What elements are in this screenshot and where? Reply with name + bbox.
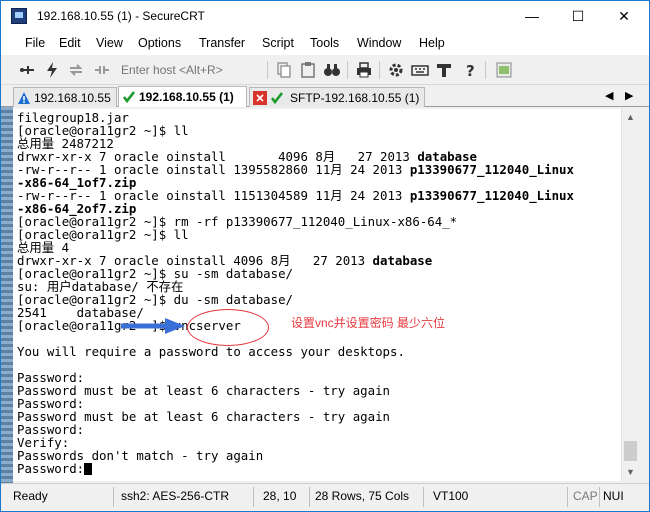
status-bar: Ready ssh2: AES-256-CTR 28, 10 28 Rows, … bbox=[1, 483, 649, 511]
securecrt-window: 192.168.10.55 (1) - SecureCRT — ☐ ✕ File… bbox=[0, 0, 650, 512]
tab-sftp-session[interactable]: SFTP-192.168.10.55 (1) bbox=[249, 87, 425, 107]
settings-icon[interactable] bbox=[387, 61, 405, 79]
status-divider bbox=[113, 487, 114, 507]
annotation-ellipse bbox=[187, 309, 269, 346]
terminal-line-bold-text: p13390677_112040_Linux bbox=[409, 188, 574, 203]
checkmark-icon bbox=[122, 91, 136, 104]
status-terminal-type: VT100 bbox=[433, 489, 469, 503]
enter-host-input[interactable] bbox=[117, 61, 267, 79]
tab-label: 192.168.10.55 bbox=[34, 91, 111, 105]
script-icon[interactable] bbox=[495, 61, 513, 79]
tab-scroll-right-icon[interactable]: ▶ bbox=[625, 89, 633, 102]
terminal-line-text: Password: bbox=[17, 461, 85, 476]
status-caps-lock: CAP bbox=[573, 489, 598, 503]
status-divider bbox=[567, 487, 568, 507]
menu-script[interactable]: Script bbox=[262, 36, 294, 50]
status-divider bbox=[253, 487, 254, 507]
tab-session-2-active[interactable]: 192.168.10.55 (1) bbox=[118, 86, 247, 107]
menu-file[interactable]: File bbox=[25, 36, 45, 50]
session-tab-bar: 192.168.10.55 192.168.10.55 (1) SFTP-192… bbox=[1, 85, 649, 107]
disconnect-icon[interactable] bbox=[93, 61, 111, 79]
terminal-scrollbar[interactable]: ▲ ▼ bbox=[621, 109, 638, 481]
menu-window[interactable]: Window bbox=[357, 36, 401, 50]
svg-text:?: ? bbox=[466, 62, 475, 79]
menu-tools[interactable]: Tools bbox=[310, 36, 339, 50]
terminal-line-bold-text: database bbox=[372, 253, 433, 268]
help-icon[interactable]: ? bbox=[461, 61, 479, 80]
menu-help[interactable]: Help bbox=[419, 36, 445, 50]
menu-view[interactable]: View bbox=[96, 36, 123, 50]
toolbar-separator bbox=[379, 61, 380, 79]
background-window-edge bbox=[1, 107, 13, 483]
copy-icon[interactable] bbox=[275, 61, 293, 79]
menu-bar: File Edit View Options Transfer Script T… bbox=[1, 31, 649, 55]
tab-label: SFTP-192.168.10.55 (1) bbox=[290, 91, 420, 105]
maximize-button[interactable]: ☐ bbox=[555, 1, 601, 31]
close-button[interactable]: ✕ bbox=[601, 1, 647, 31]
status-terminal-size: 28 Rows, 75 Cols bbox=[315, 489, 410, 503]
status-cursor-position: 28, 10 bbox=[263, 489, 297, 503]
status-ready: Ready bbox=[13, 489, 48, 503]
toolbar-separator bbox=[267, 61, 268, 79]
securecrt-app-icon bbox=[11, 8, 27, 24]
terminal-line: Password: bbox=[17, 461, 93, 476]
status-divider bbox=[423, 487, 424, 507]
menu-transfer[interactable]: Transfer bbox=[199, 36, 245, 50]
status-divider bbox=[309, 487, 310, 507]
find-icon[interactable] bbox=[323, 61, 341, 79]
toolbar-separator bbox=[347, 61, 348, 79]
print-icon[interactable] bbox=[355, 61, 373, 79]
scroll-up-icon[interactable]: ▲ bbox=[622, 109, 639, 126]
terminal-line-bold-text: p13390677_112040_Linux bbox=[409, 162, 574, 177]
terminal-cursor bbox=[84, 463, 93, 475]
terminal-line: You will require a password to access yo… bbox=[17, 345, 405, 358]
sftp-icon[interactable] bbox=[435, 61, 453, 79]
checkmark-icon bbox=[270, 92, 284, 105]
warning-icon bbox=[18, 92, 30, 104]
paste-icon[interactable] bbox=[299, 61, 317, 79]
reconnect-icon[interactable] bbox=[67, 61, 85, 79]
toolbar-separator bbox=[485, 61, 486, 79]
minimize-button[interactable]: — bbox=[509, 1, 555, 31]
quick-connect-icon[interactable] bbox=[43, 61, 61, 79]
connect-icon[interactable] bbox=[19, 61, 37, 79]
window-title: 192.168.10.55 (1) - SecureCRT bbox=[37, 9, 205, 23]
annotation-text: 设置vnc并设置密码 最少六位 bbox=[291, 316, 446, 330]
menu-options[interactable]: Options bbox=[138, 36, 181, 50]
tab-label: 192.168.10.55 (1) bbox=[139, 90, 234, 104]
annotation-arrow bbox=[121, 318, 185, 334]
tab-session-1[interactable]: 192.168.10.55 bbox=[13, 87, 117, 107]
terminal-output[interactable]: filegroup18.jar [oracle@ora11gr2 ~]$ ll 总用… bbox=[13, 109, 621, 481]
title-bar[interactable]: 192.168.10.55 (1) - SecureCRT — ☐ ✕ bbox=[1, 1, 649, 31]
scrollbar-thumb[interactable] bbox=[624, 441, 637, 461]
menu-edit[interactable]: Edit bbox=[59, 36, 81, 50]
toolbar: ? bbox=[1, 55, 649, 85]
tab-scroll-left-icon[interactable]: ◀ bbox=[605, 89, 613, 102]
status-divider bbox=[599, 487, 600, 507]
terminal-line-text: You will require a password to access yo… bbox=[17, 344, 405, 359]
keymap-icon[interactable] bbox=[411, 61, 429, 79]
tab-close-icon[interactable] bbox=[253, 91, 267, 105]
status-cipher: ssh2: AES-256-CTR bbox=[121, 489, 230, 503]
scroll-down-icon[interactable]: ▼ bbox=[622, 464, 639, 481]
status-num-lock: NUI bbox=[603, 489, 624, 503]
